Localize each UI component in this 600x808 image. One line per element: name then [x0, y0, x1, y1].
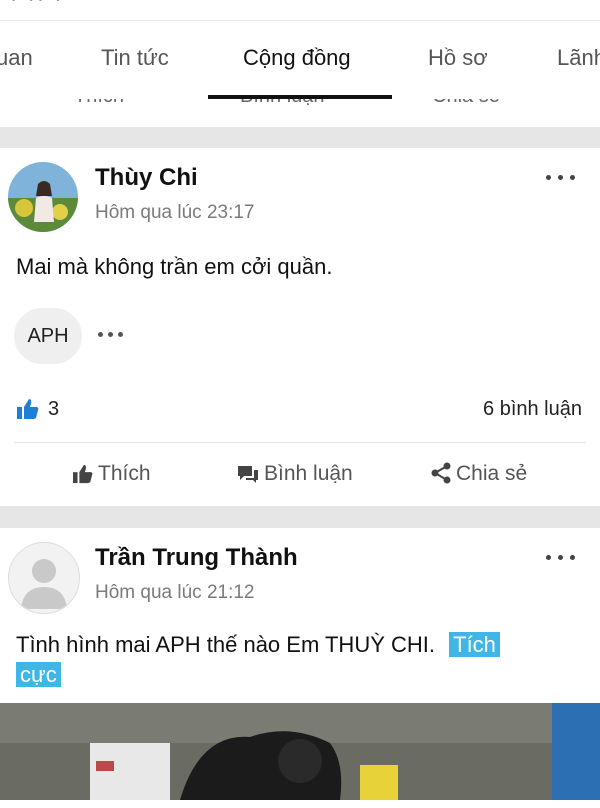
more-options-icon[interactable]	[544, 550, 578, 564]
more-options-icon[interactable]	[544, 170, 578, 184]
divider	[14, 442, 586, 443]
comment-count[interactable]: 6 bình luận	[483, 398, 582, 421]
post-stats: 3 6 bình luận	[0, 394, 600, 424]
tab-profile[interactable]: Hồ sơ	[428, 45, 488, 71]
like-count: 3	[48, 398, 60, 420]
comment-icon	[238, 466, 258, 483]
comment-label: Bình luận	[264, 462, 353, 485]
share-button[interactable]: Chia sẻ	[430, 462, 527, 492]
tag-chip[interactable]: APH	[14, 308, 82, 364]
previous-comment-button[interactable]: Bình luận	[240, 99, 325, 108]
tab-partial-right[interactable]: Lãnh	[557, 45, 600, 71]
top-strip: · ·· ·	[0, 0, 600, 21]
like-button[interactable]: Thích	[72, 462, 151, 492]
previous-post-actions: Thích Bình luận Chia sẻ	[0, 99, 600, 127]
top-strip-text: · ·· ·	[10, 0, 64, 12]
post-text-main: Tình hình mai APH thế nào Em THUỲ CHI.	[16, 632, 435, 657]
post-timestamp: Hôm qua lúc 21:12	[95, 582, 255, 603]
comment-button[interactable]: Bình luận	[236, 462, 353, 492]
post-author[interactable]: Trần Trung Thành	[95, 544, 298, 572]
avatar[interactable]	[8, 162, 78, 232]
avatar[interactable]	[8, 542, 80, 614]
post-author[interactable]: Thùy Chi	[95, 164, 198, 192]
avatar-photo	[8, 162, 78, 232]
previous-share-button[interactable]: Chia sẻ	[432, 99, 500, 108]
previous-like-button[interactable]: Thích	[74, 99, 124, 108]
like-count-icon	[17, 399, 39, 419]
tag-more-icon[interactable]	[98, 330, 128, 340]
like-label: Thích	[98, 462, 151, 485]
post-image[interactable]	[0, 703, 600, 800]
tab-bar: uan Tin tức Cộng đồng Hồ sơ Lãnh	[0, 21, 600, 99]
post-card: Thùy Chi Hôm qua lúc 23:17 Mai mà không …	[0, 148, 600, 506]
post-timestamp: Hôm qua lúc 23:17	[95, 202, 255, 223]
tab-news[interactable]: Tin tức	[101, 45, 169, 71]
post-text: Mai mà không trần em cởi quần.	[16, 254, 333, 279]
default-avatar-icon	[9, 543, 79, 613]
share-icon	[431, 462, 451, 484]
post-image-photo	[0, 703, 600, 800]
post-text: Tình hình mai APH thế nào Em THUỲ CHI. T…	[16, 630, 596, 690]
tab-community[interactable]: Cộng đồng	[243, 45, 351, 71]
thumbs-up-icon	[73, 464, 93, 484]
highlight-tag-line1[interactable]: Tích	[449, 632, 500, 657]
share-label: Chia sẻ	[456, 462, 528, 485]
tab-partial-left[interactable]: uan	[0, 45, 33, 71]
highlight-tag-line2[interactable]: cực	[16, 662, 61, 687]
